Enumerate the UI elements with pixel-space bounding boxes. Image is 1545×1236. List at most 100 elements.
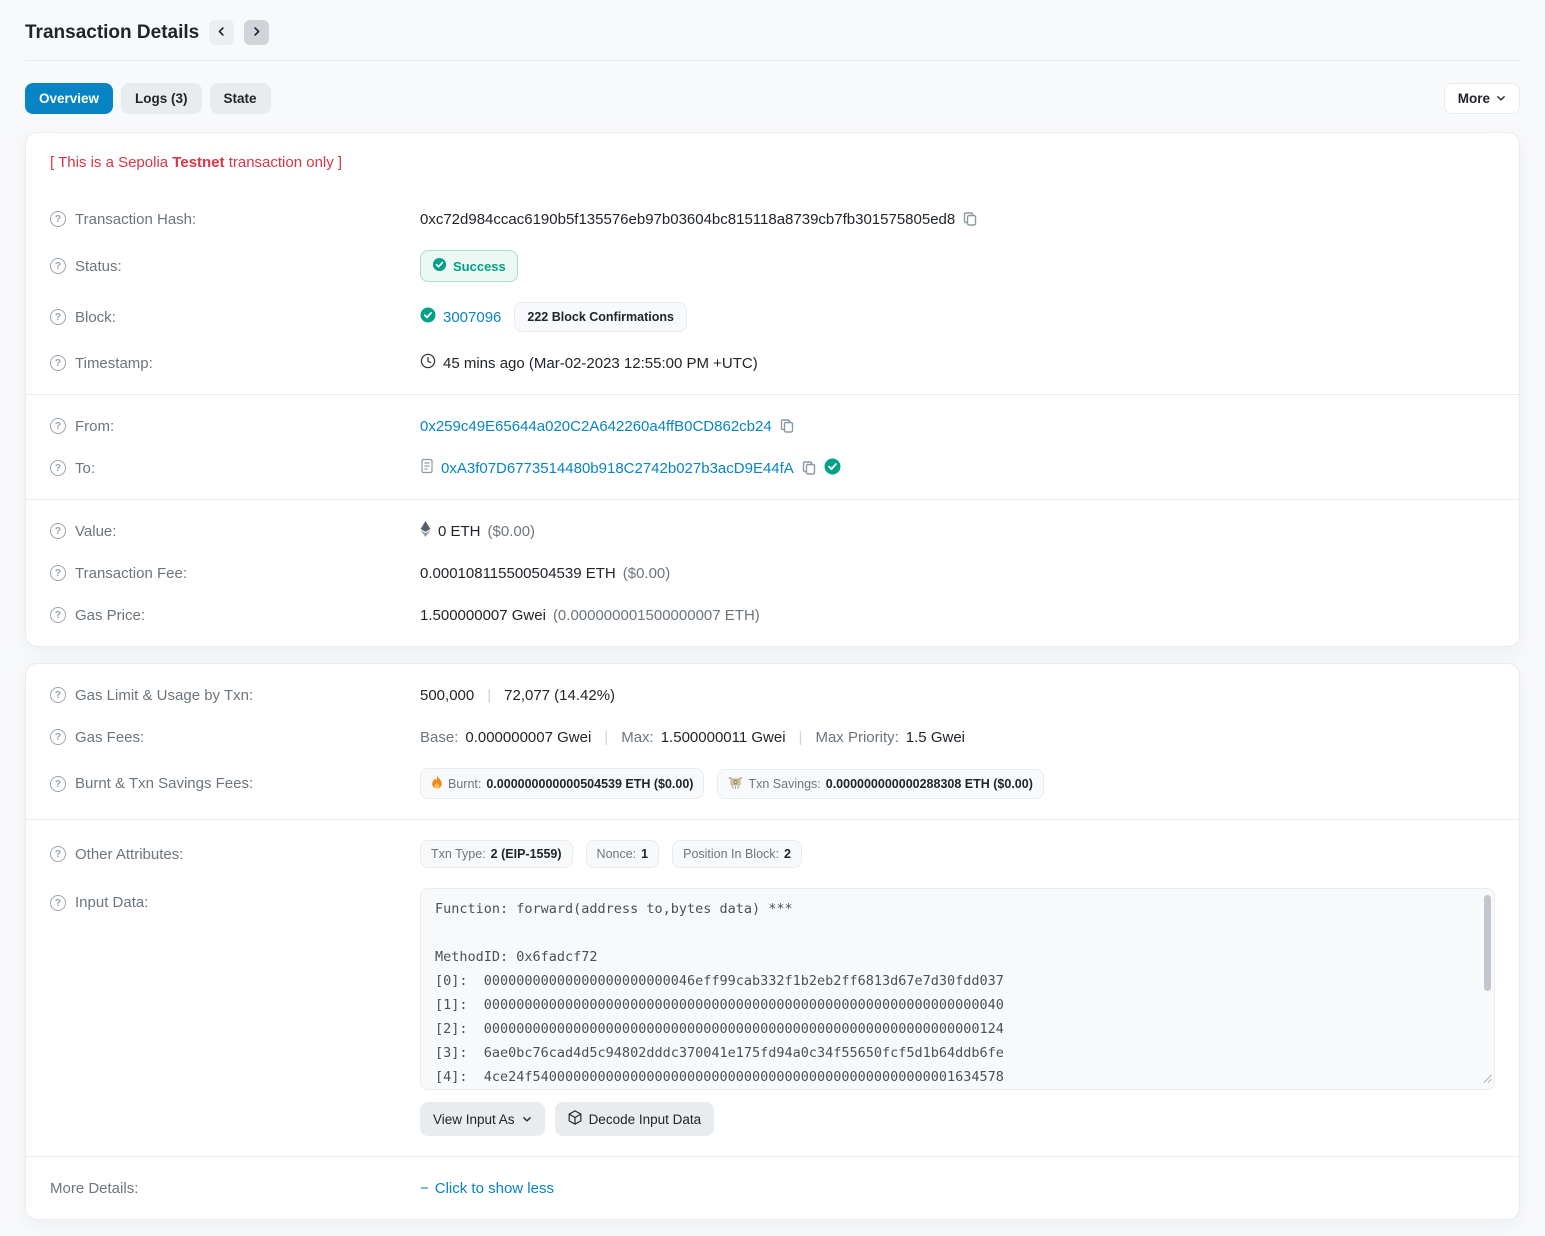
help-icon[interactable]: ? bbox=[50, 523, 66, 539]
block-check-icon bbox=[420, 307, 436, 327]
input-data-scrollbar[interactable] bbox=[1484, 895, 1491, 991]
resize-grip-icon[interactable] bbox=[1483, 1071, 1492, 1087]
copy-icon bbox=[779, 418, 795, 434]
gas-fees-base-label: Base: bbox=[420, 729, 458, 746]
cube-icon bbox=[568, 1110, 582, 1128]
from-address-link[interactable]: 0x259c49E65644a020C2A642260a4ffB0CD862cb… bbox=[420, 418, 772, 435]
txn-type-badge-label: Txn Type: bbox=[431, 847, 486, 861]
input-data-actions: View Input As Decode Input Data bbox=[420, 1102, 1495, 1136]
help-icon[interactable]: ? bbox=[50, 355, 66, 371]
gas-price-amount: 1.500000007 Gwei bbox=[420, 607, 546, 624]
copy-icon bbox=[801, 460, 817, 476]
block-number-link[interactable]: 3007096 bbox=[443, 309, 501, 326]
separator: | bbox=[799, 729, 803, 746]
copy-to-button[interactable] bbox=[801, 460, 817, 476]
gas-fees-max-label: Max: bbox=[621, 729, 654, 746]
txn-savings-badge-value: 0.000000000000288308 ETH ($0.00) bbox=[826, 777, 1033, 791]
view-input-as-label: View Input As bbox=[433, 1112, 515, 1127]
txn-type-badge-value: 2 (EIP-1559) bbox=[491, 847, 562, 861]
input-data-textarea[interactable]: Function: forward(address to,bytes data)… bbox=[420, 888, 1495, 1090]
status-badge: Success bbox=[420, 250, 518, 282]
input-data-line: [4]: 4ce24f54000000000000000000000000000… bbox=[435, 1065, 1470, 1089]
tab-overview[interactable]: Overview bbox=[25, 83, 113, 114]
block-label: Block: bbox=[75, 309, 116, 326]
prev-txn-button[interactable] bbox=[209, 20, 234, 45]
nonce-badge-value: 1 bbox=[641, 847, 648, 861]
toggle-details-link[interactable]: − Click to show less bbox=[420, 1180, 554, 1197]
page-header: Transaction Details bbox=[25, 0, 1520, 61]
gas-fees-priority-label: Max Priority: bbox=[815, 729, 898, 746]
txn-savings-badge-label: Txn Savings: bbox=[748, 777, 820, 791]
section-gas: ? Gas Limit & Usage by Txn: 500,000 | 72… bbox=[26, 664, 1519, 819]
copy-hash-button[interactable] bbox=[962, 211, 978, 227]
gas-fees-label: Gas Fees: bbox=[75, 729, 144, 746]
testnet-notice-suffix: transaction only ] bbox=[225, 154, 343, 171]
gas-price-eth: (0.000000001500000007 ETH) bbox=[553, 607, 760, 624]
input-data-line: [2]: 00000000000000000000000000000000000… bbox=[435, 1017, 1470, 1041]
help-icon[interactable]: ? bbox=[50, 418, 66, 434]
verified-check-icon bbox=[824, 458, 841, 479]
tab-state[interactable]: State bbox=[210, 83, 271, 114]
row-timestamp: ? Timestamp: 45 mins ago (Mar-02-2023 12… bbox=[26, 342, 1519, 384]
separator: | bbox=[604, 729, 608, 746]
decode-input-data-button[interactable]: Decode Input Data bbox=[555, 1102, 715, 1136]
copy-from-button[interactable] bbox=[779, 418, 795, 434]
position-in-block-badge-value: 2 bbox=[784, 847, 791, 861]
help-icon[interactable]: ? bbox=[50, 776, 66, 792]
section-more-details: More Details: − Click to show less bbox=[26, 1156, 1519, 1219]
help-icon[interactable]: ? bbox=[50, 687, 66, 703]
row-block: ? Block: 3007096 222 Block Confirmations bbox=[26, 292, 1519, 342]
clock-icon bbox=[420, 353, 436, 373]
row-transaction-hash: ? Transaction Hash: 0xc72d984ccac6190b5f… bbox=[26, 198, 1519, 240]
overview-card-main: [ This is a Sepolia Testnet transaction … bbox=[25, 132, 1520, 647]
gas-fees-priority-value: 1.5 Gwei bbox=[906, 729, 965, 746]
row-input-data: ? Input Data: Function: forward(address … bbox=[26, 878, 1519, 1146]
to-label: To: bbox=[75, 460, 95, 477]
row-burnt-savings: ? Burnt & Txn Savings Fees: Burnt: 0.000… bbox=[26, 758, 1519, 809]
section-value-fees: ? Value: 0 ETH ($0.00) ? Transaction Fee… bbox=[26, 499, 1519, 646]
transaction-fee-label: Transaction Fee: bbox=[75, 565, 187, 582]
help-icon[interactable]: ? bbox=[50, 460, 66, 476]
row-other-attributes: ? Other Attributes: Txn Type: 2 (EIP-155… bbox=[26, 830, 1519, 878]
gas-price-label: Gas Price: bbox=[75, 607, 145, 624]
gas-usage-value: 72,077 (14.42%) bbox=[504, 687, 615, 704]
help-icon[interactable]: ? bbox=[50, 565, 66, 581]
help-icon[interactable]: ? bbox=[50, 895, 66, 911]
value-label: Value: bbox=[75, 523, 116, 540]
next-txn-button[interactable] bbox=[244, 20, 269, 45]
overview-card-details: ? Gas Limit & Usage by Txn: 500,000 | 72… bbox=[25, 663, 1520, 1220]
status-badge-text: Success bbox=[453, 259, 506, 274]
other-attributes-label: Other Attributes: bbox=[75, 846, 183, 863]
chevron-down-icon bbox=[1496, 91, 1506, 106]
help-icon[interactable]: ? bbox=[50, 211, 66, 227]
help-icon[interactable]: ? bbox=[50, 309, 66, 325]
view-input-as-button[interactable]: View Input As bbox=[420, 1102, 545, 1136]
testnet-notice-prefix: [ This is a Sepolia bbox=[50, 154, 172, 171]
input-data-line: [5]: 54300000000000000000000000000000001… bbox=[435, 1089, 1470, 1090]
row-transaction-fee: ? Transaction Fee: 0.000108115500504539 … bbox=[26, 552, 1519, 594]
help-icon[interactable]: ? bbox=[50, 729, 66, 745]
more-button[interactable]: More bbox=[1444, 83, 1520, 114]
minus-icon: − bbox=[420, 1180, 429, 1197]
input-data-line: [3]: 6ae0bc76cad4d5c94802dddc370041e175f… bbox=[435, 1041, 1470, 1065]
timestamp-label: Timestamp: bbox=[75, 355, 153, 372]
section-attributes-input: ? Other Attributes: Txn Type: 2 (EIP-155… bbox=[26, 819, 1519, 1156]
position-in-block-badge: Position In Block: 2 bbox=[672, 840, 802, 868]
testnet-notice: [ This is a Sepolia Testnet transaction … bbox=[26, 133, 1519, 188]
help-icon[interactable]: ? bbox=[50, 607, 66, 623]
row-to: ? To: 0xA3f07D6773514480b918C2742b027b3a… bbox=[26, 447, 1519, 489]
flame-icon bbox=[431, 775, 443, 792]
gas-limit-usage-label: Gas Limit & Usage by Txn: bbox=[75, 687, 253, 704]
tab-list: Overview Logs (3) State bbox=[25, 83, 271, 114]
timestamp-value: 45 mins ago (Mar-02-2023 12:55:00 PM +UT… bbox=[443, 355, 758, 372]
tab-logs[interactable]: Logs (3) bbox=[121, 83, 202, 114]
testnet-notice-bold: Testnet bbox=[172, 154, 224, 171]
input-data-line: [1]: 00000000000000000000000000000000000… bbox=[435, 993, 1470, 1017]
input-data-line: [0]: 00000000000000000000000046eff99cab3… bbox=[435, 969, 1470, 993]
help-icon[interactable]: ? bbox=[50, 258, 66, 274]
separator: | bbox=[487, 687, 491, 704]
to-address-link[interactable]: 0xA3f07D6773514480b918C2742b027b3acD9E44… bbox=[441, 460, 794, 477]
input-data-label: Input Data: bbox=[75, 894, 148, 911]
row-gas-fees: ? Gas Fees: Base: 0.000000007 Gwei | Max… bbox=[26, 716, 1519, 758]
help-icon[interactable]: ? bbox=[50, 846, 66, 862]
